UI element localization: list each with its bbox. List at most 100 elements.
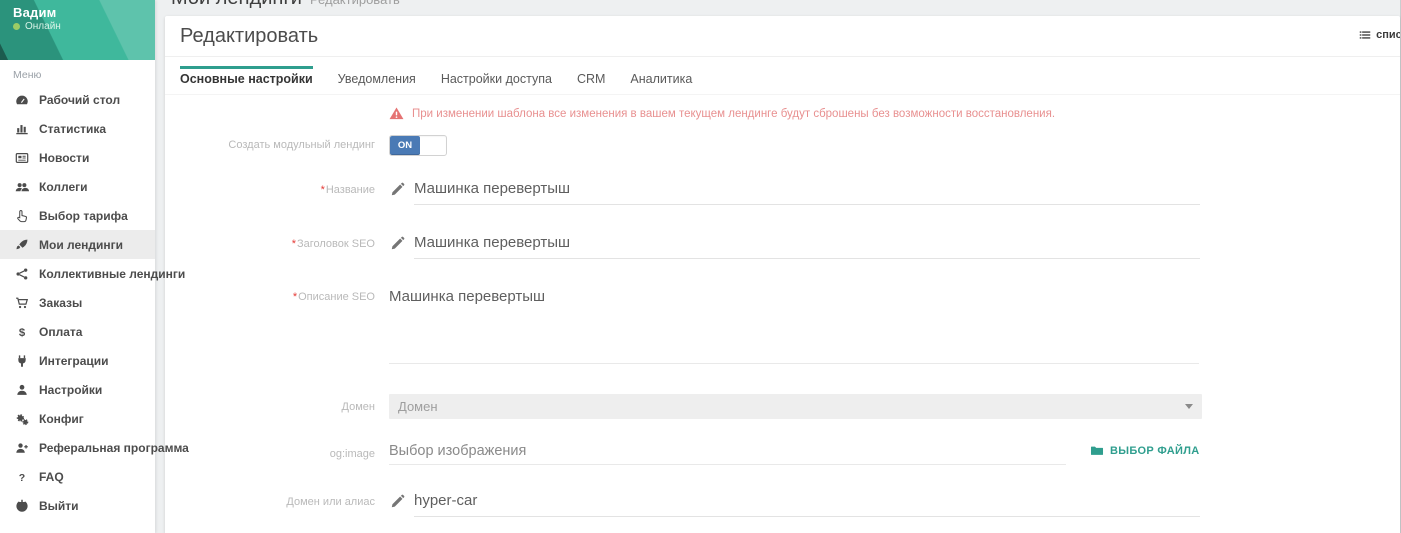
sidebar-item-label: Статистика bbox=[39, 122, 106, 136]
seo-description-textarea[interactable]: Машинка перевертыш bbox=[389, 288, 1199, 364]
sidebar-item-referral[interactable]: Реферальная программа bbox=[0, 433, 155, 462]
sidebar-item-label: Реферальная программа bbox=[39, 441, 189, 455]
warning-icon bbox=[389, 106, 404, 121]
field-label: *Описание SEO bbox=[165, 288, 375, 304]
sidebar-item-colleagues[interactable]: Коллеги bbox=[0, 172, 155, 201]
sidebar-item-label: Коллеги bbox=[39, 180, 88, 194]
og-image-input[interactable]: Выбор изображения bbox=[389, 443, 1066, 465]
app-window: Вадим Онлайн Меню Рабочий стол Статистик… bbox=[0, 0, 1401, 533]
tab-access-settings[interactable]: Настройки доступа bbox=[441, 57, 552, 94]
title-input[interactable]: Машинка перевертыш bbox=[414, 180, 1200, 205]
svg-text:$: $ bbox=[18, 326, 25, 338]
edit-pencil-icon bbox=[390, 182, 405, 197]
warning-text: При изменении шаблона все изменения в ва… bbox=[412, 108, 1055, 120]
choose-file-button[interactable]: ВЫБОР ФАЙЛА bbox=[1090, 444, 1200, 457]
dashboard-icon bbox=[13, 92, 30, 107]
field-label: *Заголовок SEO bbox=[165, 234, 375, 251]
sidebar-item-collective-landings[interactable]: Коллективные лендинги bbox=[0, 259, 155, 288]
breadcrumb: Редактировать bbox=[310, 0, 400, 7]
sidebar-nav: Рабочий стол Статистика Новости Коллеги … bbox=[0, 85, 155, 520]
field-label: og:image bbox=[165, 443, 375, 461]
domain-select[interactable]: Домен bbox=[389, 394, 1202, 419]
sidebar-item-config[interactable]: Конфиг bbox=[0, 404, 155, 433]
template-warning: При изменении шаблона все изменения в ва… bbox=[389, 106, 1400, 121]
tab-content: При изменении шаблона все изменения в ва… bbox=[165, 106, 1400, 517]
rocket-icon bbox=[13, 237, 30, 252]
bar-chart-icon bbox=[13, 121, 30, 136]
sidebar-item-label: Рабочий стол bbox=[39, 93, 120, 107]
sidebar-item-faq[interactable]: ? FAQ bbox=[0, 462, 155, 491]
tab-notifications[interactable]: Уведомления bbox=[338, 57, 416, 94]
sidebar-item-label: Заказы bbox=[39, 296, 82, 310]
field-label: Домен или алиас bbox=[165, 492, 375, 509]
required-mark: * bbox=[292, 238, 296, 250]
cart-icon bbox=[13, 295, 30, 310]
field-label: Домен bbox=[165, 394, 375, 414]
field-label: Создать модульный лендинг bbox=[165, 135, 375, 156]
form-row-domain: Домен Домен bbox=[165, 394, 1400, 419]
tab-analytics[interactable]: Аналитика bbox=[630, 57, 692, 94]
choose-file-label: ВЫБОР ФАЙЛА bbox=[1110, 445, 1200, 457]
sidebar-item-integrations[interactable]: Интеграции bbox=[0, 346, 155, 375]
news-icon bbox=[13, 150, 30, 165]
sidebar-item-settings[interactable]: Настройки bbox=[0, 375, 155, 404]
sidebar-item-dashboard[interactable]: Рабочий стол bbox=[0, 85, 155, 114]
menu-section-label: Меню bbox=[0, 60, 155, 85]
colleagues-icon bbox=[13, 179, 30, 194]
module-landing-toggle[interactable]: ON bbox=[389, 135, 447, 156]
list-button-label: список bbox=[1376, 29, 1400, 41]
sidebar-item-label: Выбор тарифа bbox=[39, 209, 128, 223]
page-header-strip: Мои лендинги Редактировать bbox=[155, 0, 1400, 16]
required-mark: * bbox=[321, 184, 325, 196]
sidebar-item-logout[interactable]: Выйти bbox=[0, 491, 155, 520]
sidebar-item-label: Настройки bbox=[39, 383, 102, 397]
form-row-alias: Домен или алиас hyper-car bbox=[165, 492, 1400, 517]
main-area: Мои лендинги Редактировать Редактировать … bbox=[155, 0, 1400, 533]
sidebar-item-label: Коллективные лендинги bbox=[39, 267, 185, 281]
form-row-seo-title: *Заголовок SEO Машинка перевертыш bbox=[165, 234, 1400, 259]
edit-card: Редактировать список Основные настройки … bbox=[165, 16, 1400, 533]
sidebar-item-label: Мои лендинги bbox=[39, 238, 123, 252]
required-mark: * bbox=[293, 291, 297, 303]
folder-icon bbox=[1090, 444, 1104, 457]
sidebar: Вадим Онлайн Меню Рабочий стол Статистик… bbox=[0, 0, 155, 533]
user-status: Онлайн bbox=[13, 21, 61, 32]
user-plus-icon bbox=[13, 440, 30, 455]
sidebar-item-label: Оплата bbox=[39, 325, 82, 339]
sidebar-item-label: Выйти bbox=[39, 499, 79, 513]
sidebar-item-orders[interactable]: Заказы bbox=[0, 288, 155, 317]
tab-bar: Основные настройки Уведомления Настройки… bbox=[165, 56, 1400, 95]
form-row-title: *Название Машинка перевертыш bbox=[165, 180, 1400, 205]
alias-input[interactable]: hyper-car bbox=[414, 492, 1200, 517]
form-row-module-toggle: Создать модульный лендинг ON bbox=[165, 135, 1400, 156]
tab-main-settings[interactable]: Основные настройки bbox=[180, 57, 313, 94]
plug-icon bbox=[13, 353, 30, 368]
online-dot-icon bbox=[13, 23, 20, 30]
user-icon bbox=[13, 382, 30, 397]
sidebar-item-tariff[interactable]: Выбор тарифа bbox=[0, 201, 155, 230]
seo-title-input[interactable]: Машинка перевертыш bbox=[414, 234, 1200, 259]
list-view-button[interactable]: список bbox=[1359, 29, 1400, 41]
dollar-icon: $ bbox=[13, 324, 30, 339]
page-title-text: Мои лендинги bbox=[171, 0, 302, 9]
sidebar-item-label: Новости bbox=[39, 151, 89, 165]
field-label: *Название bbox=[165, 180, 375, 197]
share-icon bbox=[13, 266, 30, 281]
chevron-down-icon bbox=[1185, 404, 1193, 409]
tab-crm[interactable]: CRM bbox=[577, 57, 605, 94]
edit-pencil-icon bbox=[390, 236, 405, 251]
user-status-label: Онлайн bbox=[25, 21, 61, 32]
sidebar-item-label: FAQ bbox=[39, 470, 64, 484]
sidebar-item-label: Конфиг bbox=[39, 412, 84, 426]
list-icon bbox=[1359, 29, 1371, 41]
card-title: Редактировать bbox=[180, 25, 318, 48]
toggle-on-label: ON bbox=[390, 136, 420, 155]
sidebar-item-news[interactable]: Новости bbox=[0, 143, 155, 172]
question-icon: ? bbox=[13, 469, 30, 484]
form-row-seo-description: *Описание SEO Машинка перевертыш bbox=[165, 288, 1400, 364]
sidebar-item-my-landings[interactable]: Мои лендинги bbox=[0, 230, 155, 259]
sidebar-item-payment[interactable]: $ Оплата bbox=[0, 317, 155, 346]
gears-icon bbox=[13, 411, 30, 426]
sidebar-item-statistics[interactable]: Статистика bbox=[0, 114, 155, 143]
svg-text:?: ? bbox=[18, 471, 24, 483]
